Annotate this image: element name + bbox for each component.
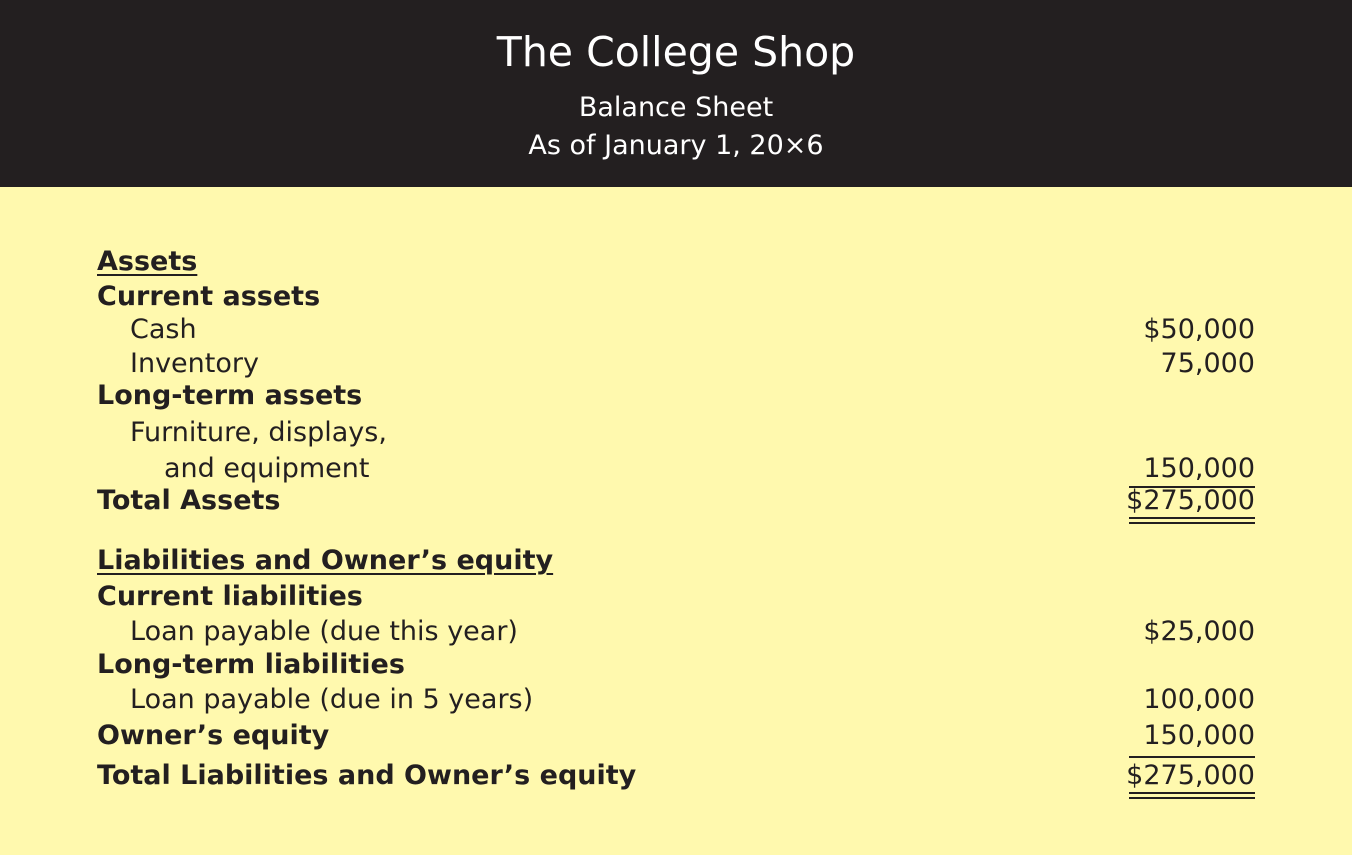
- inventory-label: Inventory: [130, 348, 259, 379]
- total-liabilities-row: Total Liabilities and Owner’s equity $27…: [0, 759, 1352, 793]
- inventory-row: Inventory 75,000: [0, 347, 1352, 381]
- total-double-rule: [1129, 792, 1255, 799]
- longterm-assets-row: Long-term assets: [0, 379, 1352, 413]
- loan-current-label: Loan payable (due this year): [130, 616, 518, 647]
- current-assets-row: Current assets: [0, 280, 1352, 314]
- current-liabilities-heading: Current liabilities: [97, 581, 363, 612]
- total-assets-row: Total Assets $275,000: [0, 484, 1352, 518]
- furniture-row-2: and equipment 150,000: [0, 452, 1352, 486]
- longterm-assets-heading: Long-term assets: [97, 380, 363, 411]
- owners-equity-amount: 150,000: [1143, 720, 1255, 751]
- document-date: As of January 1, 20×6: [528, 130, 824, 161]
- current-liabilities-row: Current liabilities: [0, 580, 1352, 614]
- header-banner: The College Shop Balance Sheet As of Jan…: [0, 0, 1352, 187]
- assets-heading: Assets: [97, 246, 198, 277]
- loan-longterm-amount: 100,000: [1143, 684, 1255, 715]
- inventory-amount: 75,000: [1160, 348, 1255, 379]
- subtotal-rule: [1129, 756, 1255, 758]
- total-liabilities-label: Total Liabilities and Owner’s equity: [97, 760, 637, 791]
- total-assets-label: Total Assets: [97, 485, 281, 516]
- company-name: The College Shop: [496, 28, 856, 76]
- loan-current-amount: $25,000: [1143, 616, 1255, 647]
- liabilities-heading: Liabilities and Owner’s equity: [97, 545, 554, 576]
- total-double-rule: [1129, 517, 1255, 524]
- owners-equity-label: Owner’s equity: [97, 720, 330, 751]
- furniture-label-line2: and equipment: [164, 453, 370, 484]
- furniture-label-line1: Furniture, displays,: [130, 417, 387, 448]
- furniture-amount: 150,000: [1143, 453, 1255, 484]
- cash-amount: $50,000: [1143, 314, 1255, 345]
- loan-longterm-row: Loan payable (due in 5 years) 100,000: [0, 683, 1352, 717]
- longterm-liabilities-row: Long-term liabilities: [0, 648, 1352, 682]
- current-assets-heading: Current assets: [97, 281, 321, 312]
- loan-current-row: Loan payable (due this year) $25,000: [0, 615, 1352, 649]
- assets-heading-row: Assets: [0, 245, 1352, 279]
- longterm-liabilities-heading: Long-term liabilities: [97, 649, 405, 680]
- cash-row: Cash $50,000: [0, 313, 1352, 347]
- owners-equity-row: Owner’s equity 150,000: [0, 719, 1352, 753]
- furniture-row-1: Furniture, displays,: [0, 416, 1352, 450]
- liabilities-heading-row: Liabilities and Owner’s equity: [0, 544, 1352, 578]
- document-title: Balance Sheet: [578, 92, 774, 123]
- total-assets-amount: $275,000: [1126, 485, 1255, 516]
- loan-longterm-label: Loan payable (due in 5 years): [130, 684, 534, 715]
- cash-label: Cash: [130, 314, 197, 345]
- total-liabilities-amount: $275,000: [1126, 760, 1255, 791]
